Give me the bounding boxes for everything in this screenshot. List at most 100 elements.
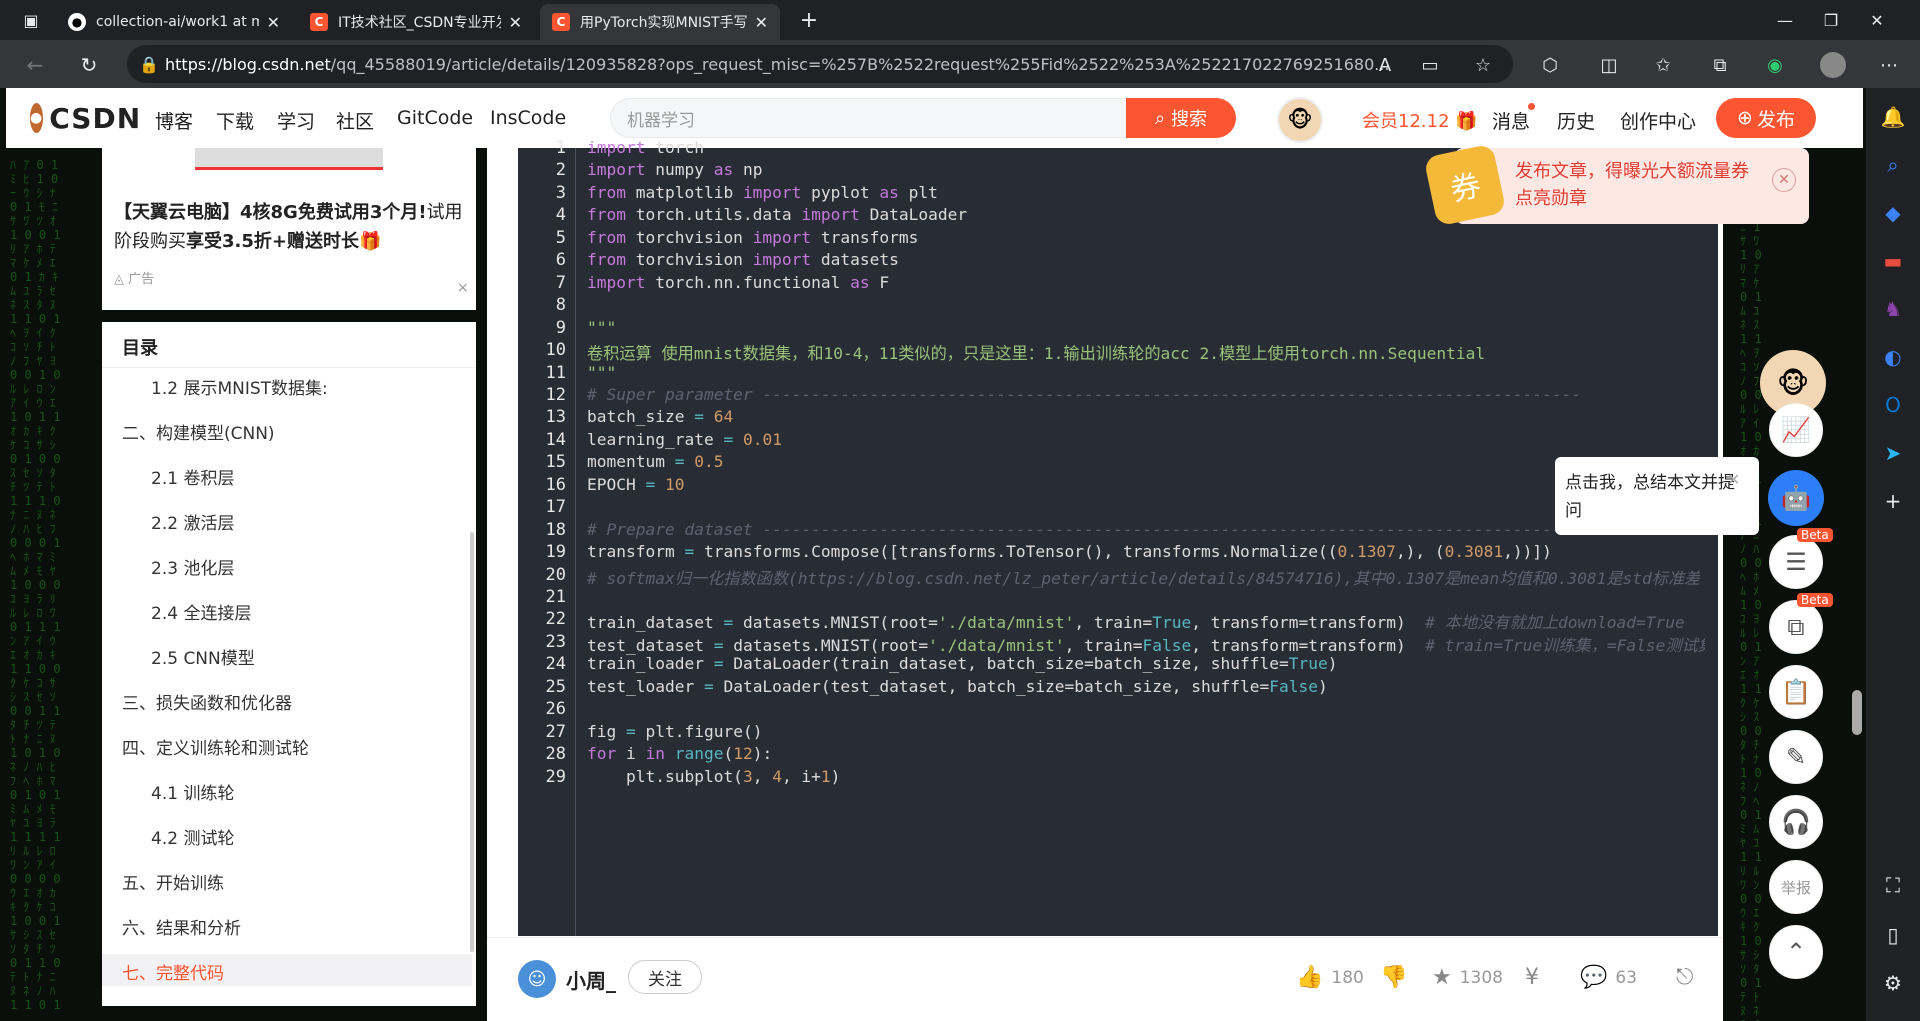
toc-item[interactable]: 五、开始训练 xyxy=(122,869,224,894)
close-tab-icon[interactable]: ✕ xyxy=(509,13,522,32)
favorite-button[interactable]: ★ 1308 xyxy=(1432,965,1503,990)
tag-icon[interactable]: ◆ xyxy=(1874,194,1912,232)
like-button[interactable]: 👍 180 xyxy=(1296,965,1364,990)
code-line: # softmax归一化指数函数(https://blog.csdn.net/l… xyxy=(587,569,1701,588)
edit-icon[interactable]: ✎ xyxy=(1769,730,1823,784)
toc-item[interactable]: 三、损失函数和优化器 xyxy=(122,689,292,714)
share-button[interactable]: ⎋ xyxy=(1676,965,1701,990)
chart-icon[interactable]: 📈 xyxy=(1769,403,1823,457)
follow-button[interactable]: 关注 xyxy=(628,960,702,994)
ad-close-icon[interactable]: × xyxy=(457,280,469,296)
new-tab-button[interactable]: + xyxy=(786,0,832,40)
toc-item[interactable]: 2.1 卷积层 xyxy=(151,464,234,489)
toc-item[interactable]: 四、定义训练轮和测试轮 xyxy=(122,734,309,759)
nav-community[interactable]: 社区 xyxy=(336,107,374,134)
nav-gitcode[interactable]: GitCode xyxy=(397,107,473,129)
page-scrollbar[interactable] xyxy=(1852,690,1862,735)
close-tab-icon[interactable]: ✕ xyxy=(267,13,280,32)
favorites-icon[interactable]: ✩ xyxy=(1648,50,1678,80)
template-icon[interactable]: ⧉ xyxy=(1769,600,1823,654)
tab-title: collection-ai/work1 at main · wes xyxy=(96,14,259,30)
nav-blog[interactable]: 博客 xyxy=(155,107,193,134)
send-icon[interactable]: ➤ xyxy=(1874,434,1912,472)
browser-tab-github[interactable]: ● collection-ai/work1 at main · wes ✕ xyxy=(56,4,292,40)
dislike-button[interactable]: 👎 xyxy=(1380,965,1415,990)
minimize-icon[interactable]: — xyxy=(1762,0,1808,40)
nav-download[interactable]: 下载 xyxy=(216,107,254,134)
line-number: 1 xyxy=(555,138,566,158)
toc-item[interactable]: 1.2 展示MNIST数据集: xyxy=(151,374,328,399)
sidebar-toggle-icon[interactable]: ▯ xyxy=(1874,916,1912,954)
author-avatar[interactable]: ☺ xyxy=(518,960,556,998)
message-dot xyxy=(1528,103,1535,110)
ad-text[interactable]: 【天翼云电脑】4核8G免费试用3个月!试用阶段购买享受3.5折+赠送时长🎁 xyxy=(114,198,468,256)
split-screen-icon[interactable]: ◫ xyxy=(1594,50,1624,80)
line-number: 23 xyxy=(545,632,566,652)
creator-center-link[interactable]: 创作中心 xyxy=(1620,107,1696,134)
vip-link[interactable]: 会员12.12 🎁 xyxy=(1362,107,1478,133)
toc-item[interactable]: 2.3 池化层 xyxy=(151,554,234,579)
immersive-reader-icon[interactable]: ▭ xyxy=(1415,50,1445,80)
copilot-icon[interactable]: ◐ xyxy=(1874,338,1912,376)
nav-inscode[interactable]: InsCode xyxy=(490,107,566,129)
toc-item[interactable]: 六、结果和分析 xyxy=(122,914,241,939)
toc-item[interactable]: 2.2 激活层 xyxy=(151,509,234,534)
tooltip-close-icon[interactable]: ✕ xyxy=(1727,470,1740,489)
search-input[interactable]: 机器学习 xyxy=(610,98,1126,138)
url-field[interactable]: 🔒 https://blog.csdn.net /qq_45588019/art… xyxy=(127,45,1513,83)
favorite-count: 1308 xyxy=(1459,967,1503,988)
maximize-icon[interactable]: ❐ xyxy=(1808,0,1854,40)
close-icon[interactable]: ✕ xyxy=(1772,168,1796,192)
ai-summary-tooltip[interactable]: 点击我，总结本文并提问 xyxy=(1555,457,1759,535)
search-button[interactable]: ⌕ 搜索 xyxy=(1126,98,1236,138)
toc-item-active[interactable]: 七、完整代码 xyxy=(122,959,224,984)
nav-learn[interactable]: 学习 xyxy=(277,107,315,134)
games-icon[interactable]: ♞ xyxy=(1874,290,1912,328)
ad-tag-label: 广告 xyxy=(128,272,155,287)
messages-link[interactable]: 消息 xyxy=(1492,107,1530,134)
screenshot-icon[interactable]: ⛶ xyxy=(1874,866,1912,904)
line-number: 2 xyxy=(555,160,566,180)
browser-tab-article[interactable]: C 用PyTorch实现MNIST手写数字识 ✕ xyxy=(540,4,780,40)
promo-line-1: 发布文章，得曝光大额流量券 xyxy=(1515,161,1749,182)
csdn-logo[interactable]: ● CSDN xyxy=(30,95,140,141)
reward-button[interactable]: ¥ xyxy=(1525,965,1547,990)
toc-item[interactable]: 二、构建模型(CNN) xyxy=(122,419,275,444)
toc-item[interactable]: 2.4 全连接层 xyxy=(151,599,251,624)
read-aloud-icon[interactable]: A xyxy=(1370,50,1400,80)
toc-scrollbar[interactable] xyxy=(470,532,474,952)
back-icon[interactable]: ← xyxy=(18,48,52,82)
clipboard-icon[interactable]: 📋 xyxy=(1769,665,1823,719)
toolbox-icon[interactable]: ▬ xyxy=(1874,242,1912,280)
refresh-icon[interactable]: ↻ xyxy=(72,48,106,82)
close-window-icon[interactable]: ✕ xyxy=(1854,0,1900,40)
outlook-icon[interactable]: O xyxy=(1874,386,1912,424)
toc-item[interactable]: 4.1 训练轮 xyxy=(151,779,234,804)
headset-icon[interactable]: 🎧 xyxy=(1769,795,1823,849)
extension-badge-icon[interactable]: ◉ xyxy=(1760,50,1790,80)
settings-gear-icon[interactable]: ⚙ xyxy=(1874,964,1912,1002)
profile-avatar[interactable] xyxy=(1820,52,1846,78)
extensions-icon[interactable]: ⬡ xyxy=(1535,50,1565,80)
report-button[interactable]: 举报 xyxy=(1769,860,1823,914)
back-to-top-icon[interactable]: ⌃ xyxy=(1769,925,1823,979)
user-avatar[interactable]: 🐵 xyxy=(1277,97,1323,143)
list-icon[interactable]: ☰ xyxy=(1769,535,1823,589)
bell-icon[interactable]: 🔔 xyxy=(1874,98,1912,136)
line-number: 26 xyxy=(545,699,566,719)
add-icon[interactable]: + xyxy=(1874,482,1912,520)
favorite-star-icon[interactable]: ☆ xyxy=(1468,50,1498,80)
ai-assistant-icon[interactable]: 🤖 xyxy=(1768,470,1824,526)
publish-button[interactable]: ⊕ 发布 xyxy=(1716,98,1816,138)
more-menu-icon[interactable]: ⋯ xyxy=(1874,50,1904,80)
comment-button[interactable]: 💬 63 xyxy=(1580,965,1637,990)
close-tab-icon[interactable]: ✕ xyxy=(755,13,768,32)
search-icon[interactable]: ⌕ xyxy=(1874,146,1912,184)
author-name[interactable]: 小周_ xyxy=(566,965,616,994)
history-link[interactable]: 历史 xyxy=(1557,107,1595,134)
collections-icon[interactable]: ⧉ xyxy=(1705,50,1735,80)
browser-tab-csdn-home[interactable]: C IT技术社区_CSDN专业开发者学习 ✕ xyxy=(298,4,534,40)
toc-item[interactable]: 2.5 CNN模型 xyxy=(151,644,255,669)
toc-item[interactable]: 4.2 测试轮 xyxy=(151,824,234,849)
tab-actions-icon[interactable]: ▣ xyxy=(6,0,56,40)
